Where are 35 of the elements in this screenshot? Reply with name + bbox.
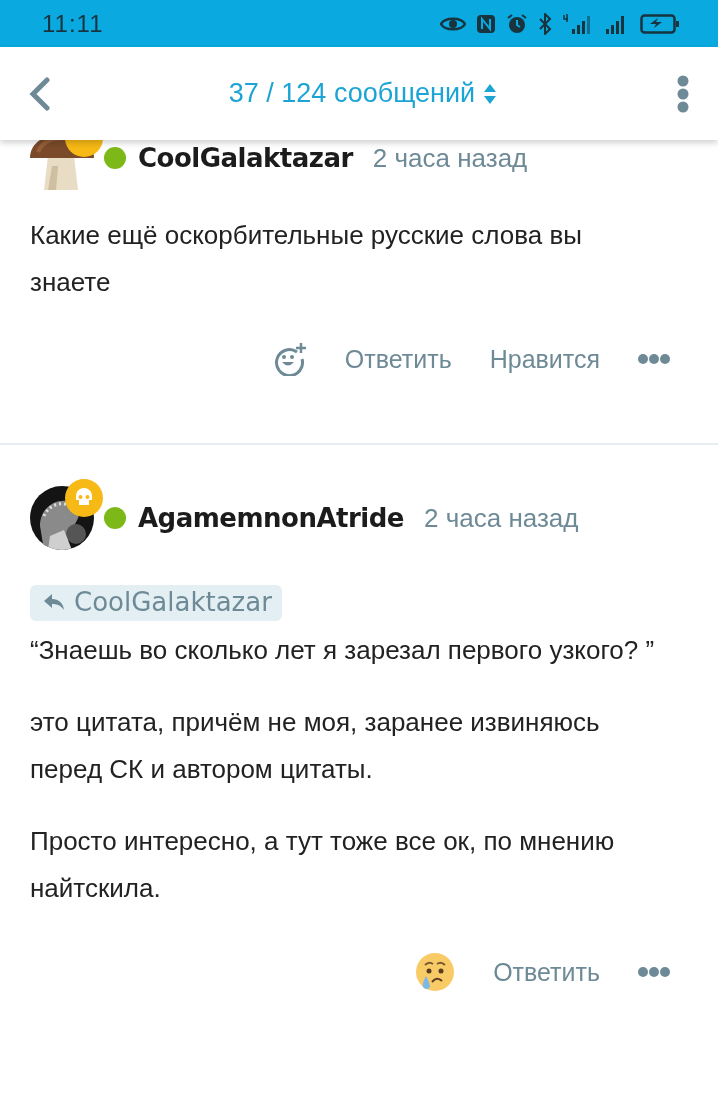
- post-text: “Знаешь во сколько лет я зарезал первого узкого? ”: [30, 634, 656, 667]
- post-time: 2 часа назад: [424, 502, 579, 534]
- author-name: AgamemnonAtride: [138, 503, 404, 533]
- post-time: 2 часа назад: [372, 142, 528, 174]
- bluetooth-icon: [538, 12, 552, 35]
- battery-charging-icon: [640, 12, 680, 35]
- skull-badge-icon: [64, 478, 104, 518]
- horizontal-dots-icon: [638, 353, 670, 365]
- author-name: CoolGalaktazar: [138, 143, 353, 173]
- smiley-plus-icon: [272, 342, 307, 376]
- reply-to-chip[interactable]: CoolGalaktazar: [30, 585, 282, 621]
- badge-icon: [64, 140, 104, 158]
- reply-arrow-icon: [42, 592, 66, 612]
- add-reaction-button[interactable]: [272, 342, 307, 376]
- action-link[interactable]: Нравится: [489, 344, 600, 374]
- alarm-icon: [506, 12, 528, 35]
- eye-icon: [440, 15, 466, 32]
- message-counter-button[interactable]: 37 / 124 сообщений: [228, 78, 498, 109]
- vertical-dots-icon: [676, 74, 690, 113]
- post-text: Какие ещё оскорбительные русские слова вы знаете: [30, 219, 583, 299]
- post-text: это цитата, причём не моя, заранее извиняюсь перед СК и автором цитаты.: [30, 706, 601, 786]
- more-menu-button[interactable]: [676, 74, 690, 113]
- horizontal-dots-icon: [638, 966, 670, 978]
- action-link[interactable]: Ответить: [493, 957, 600, 987]
- reaction-button[interactable]: [415, 952, 456, 992]
- crying-face-icon: [415, 952, 456, 992]
- more-button[interactable]: [638, 353, 670, 365]
- nfc-icon: [476, 13, 496, 34]
- back-chevron-icon: [28, 76, 50, 111]
- action-link[interactable]: Ответить: [344, 344, 452, 374]
- clock-time: 11:11: [42, 9, 105, 38]
- sort-arrows-icon: [483, 82, 498, 105]
- more-button[interactable]: [638, 966, 670, 978]
- back-button[interactable]: [28, 76, 50, 111]
- post-text: Просто интересно, а тут тоже все ок, по мнению найтскила.: [30, 825, 616, 905]
